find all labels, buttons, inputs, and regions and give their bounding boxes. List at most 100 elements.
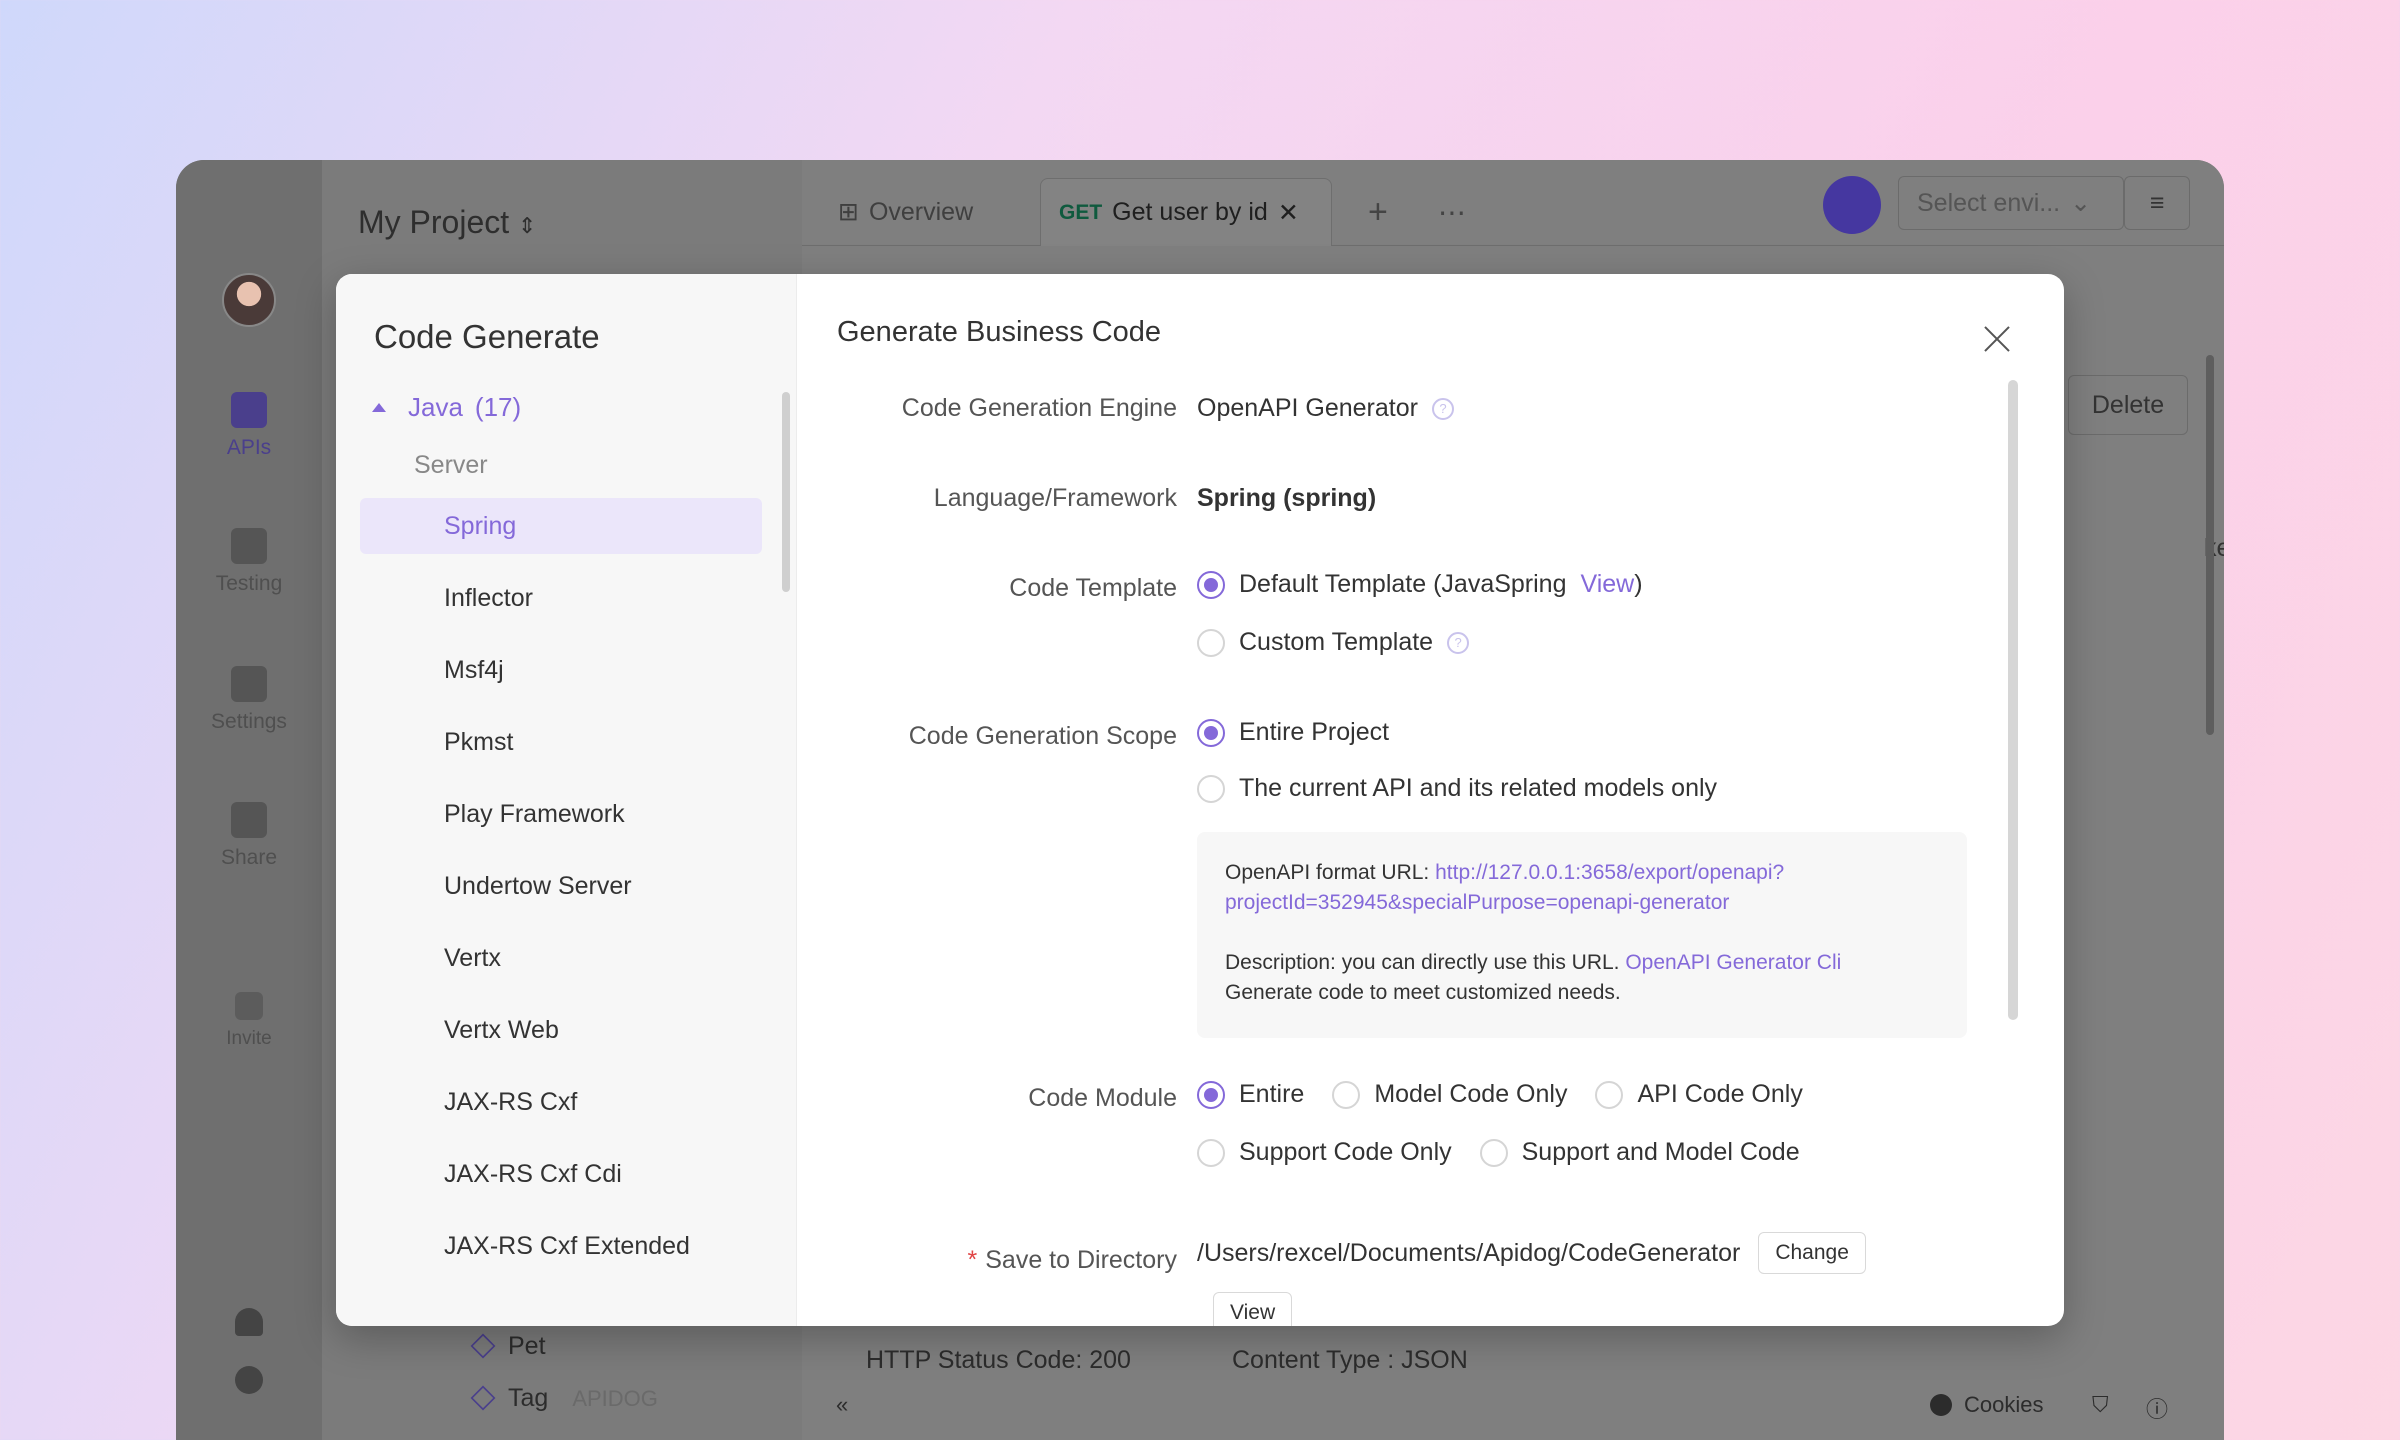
generator-tree: Java (17) Server Spring Inflector Msf4j … bbox=[360, 382, 762, 1282]
dialog-title: Code Generate bbox=[374, 318, 600, 355]
template-custom-option[interactable]: Custom Template ? bbox=[1197, 628, 1470, 657]
help-icon[interactable]: ? bbox=[1447, 631, 1470, 654]
template-label: Code Template bbox=[1009, 574, 1177, 602]
chevron-updown-icon: ⇕ bbox=[518, 213, 537, 238]
save-dir-label: * Save to Directory bbox=[967, 1246, 1177, 1274]
generator-play-framework[interactable]: Play Framework bbox=[360, 778, 762, 850]
tab-get-user[interactable]: GET Get user by id ✕ bbox=[1040, 178, 1332, 246]
template-view-link[interactable]: View bbox=[1581, 570, 1635, 599]
engine-value: OpenAPI Generator ? bbox=[1197, 394, 1454, 423]
sync-button[interactable] bbox=[1823, 176, 1881, 234]
testing-icon bbox=[231, 528, 267, 564]
collapse-button[interactable]: « bbox=[836, 1392, 848, 1418]
generator-undertow-server[interactable]: Undertow Server bbox=[360, 850, 762, 922]
group-server: Server bbox=[414, 450, 488, 479]
list-scrollbar[interactable] bbox=[782, 392, 790, 592]
nav-testing[interactable]: Testing bbox=[176, 528, 322, 596]
generator-spring[interactable]: Spring bbox=[360, 498, 762, 554]
view-dir-button[interactable]: View bbox=[1213, 1292, 1293, 1326]
radio-unselected[interactable] bbox=[1479, 1138, 1508, 1167]
framework-label: Language/Framework bbox=[933, 484, 1177, 512]
radio-unselected[interactable] bbox=[1197, 1138, 1225, 1167]
grid-icon: ⊞ bbox=[838, 198, 859, 226]
help-button[interactable]: ⓘ bbox=[2146, 1392, 2168, 1424]
chevron-down-icon: ⌄ bbox=[2070, 189, 2092, 217]
change-dir-button[interactable]: Change bbox=[1758, 1232, 1866, 1274]
module-options-row1: Entire Model Code Only API Code Only bbox=[1197, 1080, 1803, 1109]
generator-jaxrs-cxf-extended[interactable]: JAX-RS Cxf Extended bbox=[360, 1210, 762, 1282]
generator-vertx[interactable]: Vertx bbox=[360, 922, 762, 994]
generator-cli-link[interactable]: OpenAPI Generator Cli bbox=[1625, 951, 1841, 974]
status-code-text: HTTP Status Code: 200 bbox=[866, 1346, 1131, 1374]
more-icon: ⋯ bbox=[1438, 196, 1466, 228]
generator-msf4j[interactable]: Msf4j bbox=[360, 634, 762, 706]
watermark: APIDOG bbox=[572, 1386, 658, 1411]
nav-apis[interactable]: APIs bbox=[176, 392, 322, 460]
apis-icon bbox=[231, 392, 267, 428]
radio-unselected[interactable] bbox=[1595, 1080, 1624, 1109]
nav-settings[interactable]: Settings bbox=[176, 666, 322, 734]
cookie-icon bbox=[1930, 1394, 1952, 1416]
main-scrollbar[interactable] bbox=[2206, 355, 2214, 735]
caret-up-icon bbox=[372, 402, 386, 412]
close-dialog-icon[interactable] bbox=[1982, 324, 2012, 354]
cube-icon bbox=[470, 1385, 496, 1411]
radio-selected[interactable] bbox=[1197, 570, 1225, 599]
framework-value: Spring (spring) bbox=[1197, 484, 1377, 512]
cube-icon bbox=[470, 1333, 496, 1359]
save-dir-value: /Users/rexcel/Documents/Apidog/CodeGener… bbox=[1197, 1232, 1866, 1274]
avatar[interactable] bbox=[222, 273, 276, 327]
tab-overview[interactable]: ⊞ Overview bbox=[820, 178, 991, 246]
nav-share[interactable]: Share bbox=[176, 802, 322, 870]
language-java[interactable]: Java (17) bbox=[360, 382, 762, 432]
invite-icon bbox=[235, 992, 263, 1020]
help-icon[interactable]: ? bbox=[1431, 397, 1454, 420]
engine-label: Code Generation Engine bbox=[901, 394, 1177, 422]
generator-jaxrs-cxf[interactable]: JAX-RS Cxf bbox=[360, 1066, 762, 1138]
shirt-icon: ⛉ bbox=[2092, 1392, 2109, 1417]
openapi-url-link[interactable]: http://127.0.0.1:3658/export/openapi? bbox=[1435, 861, 1784, 884]
notifications-bell[interactable] bbox=[176, 1308, 322, 1344]
radio-selected[interactable] bbox=[1197, 1080, 1225, 1109]
scope-entire-option[interactable]: Entire Project bbox=[1197, 718, 1389, 747]
tree-item[interactable]: Pet bbox=[470, 1332, 546, 1361]
radio-unselected[interactable] bbox=[1197, 628, 1225, 657]
environment-select[interactable]: Select envi... ⌄ bbox=[1898, 176, 2124, 230]
code-generate-dialog: Code Generate Java (17) Server Spring In… bbox=[336, 274, 2064, 1326]
template-default-option[interactable]: Default Template (JavaSpring View ) bbox=[1197, 570, 1643, 599]
radio-unselected[interactable] bbox=[1332, 1080, 1361, 1109]
settings-pane: Generate Business Code Code Generation E… bbox=[797, 274, 2064, 1326]
menu-button[interactable]: ≡ bbox=[2124, 176, 2190, 230]
generator-jaxrs-cxf-cdi[interactable]: JAX-RS Cxf Cdi bbox=[360, 1138, 762, 1210]
project-title[interactable]: My Project ⇕ bbox=[358, 204, 536, 241]
hamburger-icon: ≡ bbox=[2149, 188, 2165, 217]
more-tabs-button[interactable]: ⋯ bbox=[1420, 178, 1484, 246]
close-tab-icon[interactable]: ✕ bbox=[1278, 198, 1299, 228]
cookies-button[interactable]: Cookies bbox=[1930, 1392, 2043, 1418]
settings-scrollbar[interactable] bbox=[2008, 380, 2018, 1020]
panel-title: Generate Business Code bbox=[837, 316, 1162, 348]
module-options-row2: Support Code Only Support and Model Code bbox=[1197, 1138, 1800, 1167]
radio-selected[interactable] bbox=[1197, 718, 1225, 747]
generator-inflector[interactable]: Inflector bbox=[360, 562, 762, 634]
generator-pkmst[interactable]: Pkmst bbox=[360, 706, 762, 778]
radio-unselected[interactable] bbox=[1197, 774, 1225, 803]
delete-button[interactable]: Delete bbox=[2068, 375, 2188, 435]
gear-icon bbox=[235, 1366, 263, 1394]
generator-vertx-web[interactable]: Vertx Web bbox=[360, 994, 762, 1066]
app-sidebar: APIs Testing Settings Share Invite bbox=[176, 160, 322, 1440]
view-dir-row: View bbox=[1213, 1292, 1293, 1326]
share-icon bbox=[231, 802, 267, 838]
scope-current-option[interactable]: The current API and its related models o… bbox=[1197, 774, 1717, 803]
openapi-info-box: OpenAPI format URL: http://127.0.0.1:365… bbox=[1197, 832, 1967, 1038]
app-settings-gear[interactable] bbox=[176, 1366, 322, 1402]
openapi-url-link-cont[interactable]: projectId=352945&specialPurpose=openapi-… bbox=[1225, 888, 1939, 918]
bell-icon bbox=[235, 1308, 263, 1336]
nav-invite[interactable]: Invite bbox=[176, 992, 322, 1050]
add-tab-button[interactable]: + bbox=[1350, 178, 1406, 246]
generator-list-pane: Code Generate Java (17) Server Spring In… bbox=[336, 274, 797, 1326]
tree-item[interactable]: Tag APIDOG bbox=[470, 1384, 658, 1413]
shirt-button[interactable]: ⛉ bbox=[2092, 1392, 2109, 1418]
content-type-text: Content Type : JSON bbox=[1232, 1346, 1468, 1374]
help-icon: ⓘ bbox=[2146, 1397, 2169, 1422]
